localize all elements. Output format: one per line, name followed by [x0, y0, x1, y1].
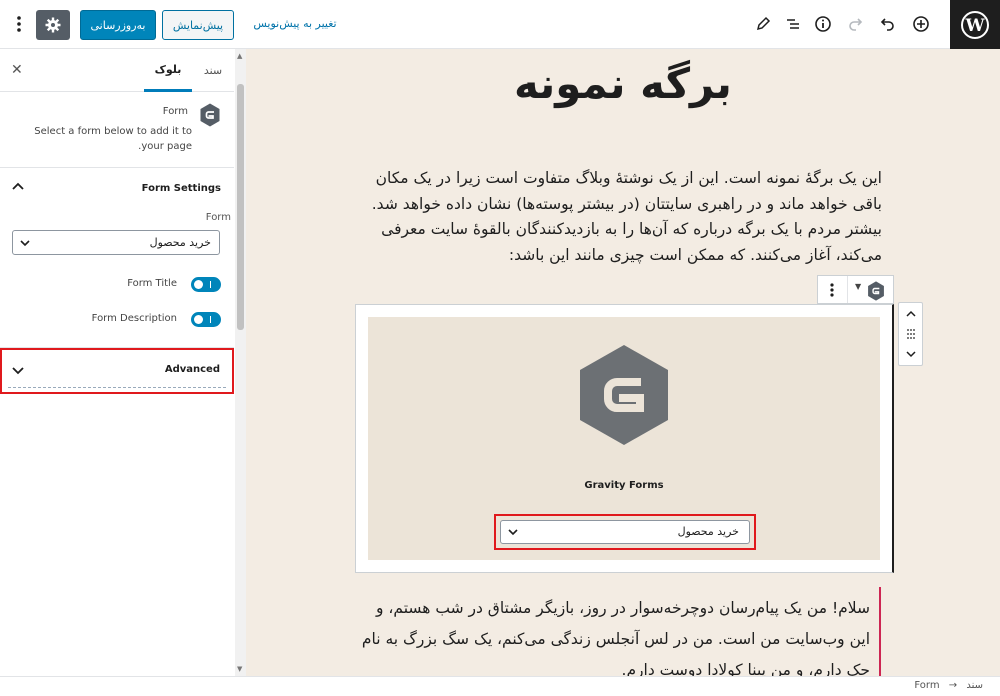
- settings-sidebar: ✕ بلوک سند Form Select a form below to a…: [0, 49, 246, 676]
- tab-document[interactable]: سند: [196, 49, 230, 92]
- form-description-setting: Form Description: [0, 310, 234, 330]
- close-icon[interactable]: ✕: [11, 62, 23, 78]
- add-block-icon[interactable]: [910, 13, 932, 35]
- block-toolbar: ▼: [817, 275, 894, 304]
- preview-button[interactable]: پیش‌نمایش: [162, 10, 234, 40]
- block-form-select-value: خرید محصول: [677, 525, 739, 538]
- gear-icon: [45, 17, 61, 33]
- drag-handle-icon[interactable]: [899, 324, 922, 344]
- svg-text:W: W: [964, 16, 985, 36]
- block-more-options-icon[interactable]: [826, 282, 838, 302]
- scroll-down-arrow-icon[interactable]: ▼: [237, 665, 242, 673]
- block-form-select[interactable]: خرید محصول: [500, 520, 750, 544]
- sidebar-scrollbar[interactable]: ▲ ▼: [235, 49, 246, 676]
- block-card: Form Select a form below to add it to yo…: [0, 92, 234, 168]
- scroll-up-arrow-icon[interactable]: ▲: [237, 52, 242, 60]
- page-title[interactable]: برگه نمونه: [246, 59, 1000, 108]
- gravity-forms-block[interactable]: Gravity Forms خرید محصول: [355, 304, 894, 573]
- breadcrumb-arrow: →: [948, 680, 958, 691]
- editor-header: W تغییر به پیش‌نویس پیش‌نمایش به‌روزرسان…: [0, 0, 1000, 49]
- form-title-setting: Form Title: [0, 275, 234, 295]
- form-description-label: Form Description: [91, 313, 177, 324]
- block-movers: [898, 302, 923, 366]
- advanced-title: Advanced: [164, 364, 220, 375]
- update-button[interactable]: به‌روزرسانی: [80, 10, 156, 40]
- quote-paragraph[interactable]: سلام! من یک پیام‌رسان دوچرخه‌سوار در روز…: [360, 593, 870, 676]
- editor-footer: سند → Form: [0, 676, 1000, 696]
- block-type-gravity-forms-icon[interactable]: [866, 281, 886, 305]
- sidebar-tabs: ✕ بلوک سند: [0, 49, 234, 92]
- block-card-title: Form: [162, 106, 188, 117]
- editor-canvas: برگه نمونه این یک برگهٔ نمونه است. این ا…: [246, 49, 1000, 676]
- scrollbar-thumb[interactable]: [237, 84, 244, 330]
- gravity-forms-placeholder: Gravity Forms خرید محصول: [368, 317, 880, 560]
- breadcrumb-root[interactable]: سند: [966, 680, 983, 691]
- quote-border: [879, 587, 881, 676]
- form-select-label: Form: [205, 212, 231, 223]
- form-settings-title: Form Settings: [141, 182, 221, 194]
- list-view-icon[interactable]: [782, 13, 804, 35]
- undo-icon[interactable]: [877, 13, 899, 35]
- edit-pencil-icon[interactable]: [752, 13, 774, 35]
- block-card-description: Select a form below to add it to your pa…: [34, 126, 192, 152]
- chevron-down-icon: [11, 363, 25, 381]
- caret-down-icon[interactable]: ▼: [855, 282, 861, 291]
- chevron-up-icon: [11, 180, 25, 198]
- chevron-down-icon: [19, 237, 31, 253]
- wordpress-logo-button[interactable]: W: [950, 0, 1000, 49]
- form-settings-panel-toggle[interactable]: Form Settings: [0, 169, 234, 207]
- move-up-icon[interactable]: [899, 304, 922, 324]
- form-select-value: خرید محصول: [149, 236, 211, 249]
- redo-icon[interactable]: [844, 13, 866, 35]
- gravity-forms-logo-icon: [577, 343, 671, 451]
- tab-block[interactable]: بلوک: [144, 49, 192, 92]
- breadcrumb: سند → Form: [911, 680, 986, 691]
- chevron-down-icon: [507, 526, 519, 542]
- move-down-icon[interactable]: [899, 344, 922, 364]
- highlight-box: خرید محصول: [494, 514, 756, 550]
- gravity-forms-icon: [199, 103, 221, 131]
- more-options-icon[interactable]: [8, 13, 30, 35]
- form-select[interactable]: خرید محصول: [12, 230, 220, 255]
- gravity-forms-title: Gravity Forms: [584, 480, 664, 491]
- advanced-panel-toggle[interactable]: Advanced: [0, 348, 234, 394]
- switch-to-draft-link[interactable]: تغییر به پیش‌نویس: [250, 17, 340, 30]
- info-icon[interactable]: [812, 13, 834, 35]
- form-title-label: Form Title: [127, 278, 177, 289]
- breadcrumb-current: Form: [914, 680, 940, 691]
- form-description-toggle[interactable]: [191, 312, 221, 327]
- wordpress-icon: W: [961, 10, 989, 39]
- paragraph-block[interactable]: این یک برگهٔ نمونه است. این از یک نوشتهٔ…: [360, 166, 882, 268]
- form-title-toggle[interactable]: [191, 277, 221, 292]
- settings-button[interactable]: [36, 10, 70, 40]
